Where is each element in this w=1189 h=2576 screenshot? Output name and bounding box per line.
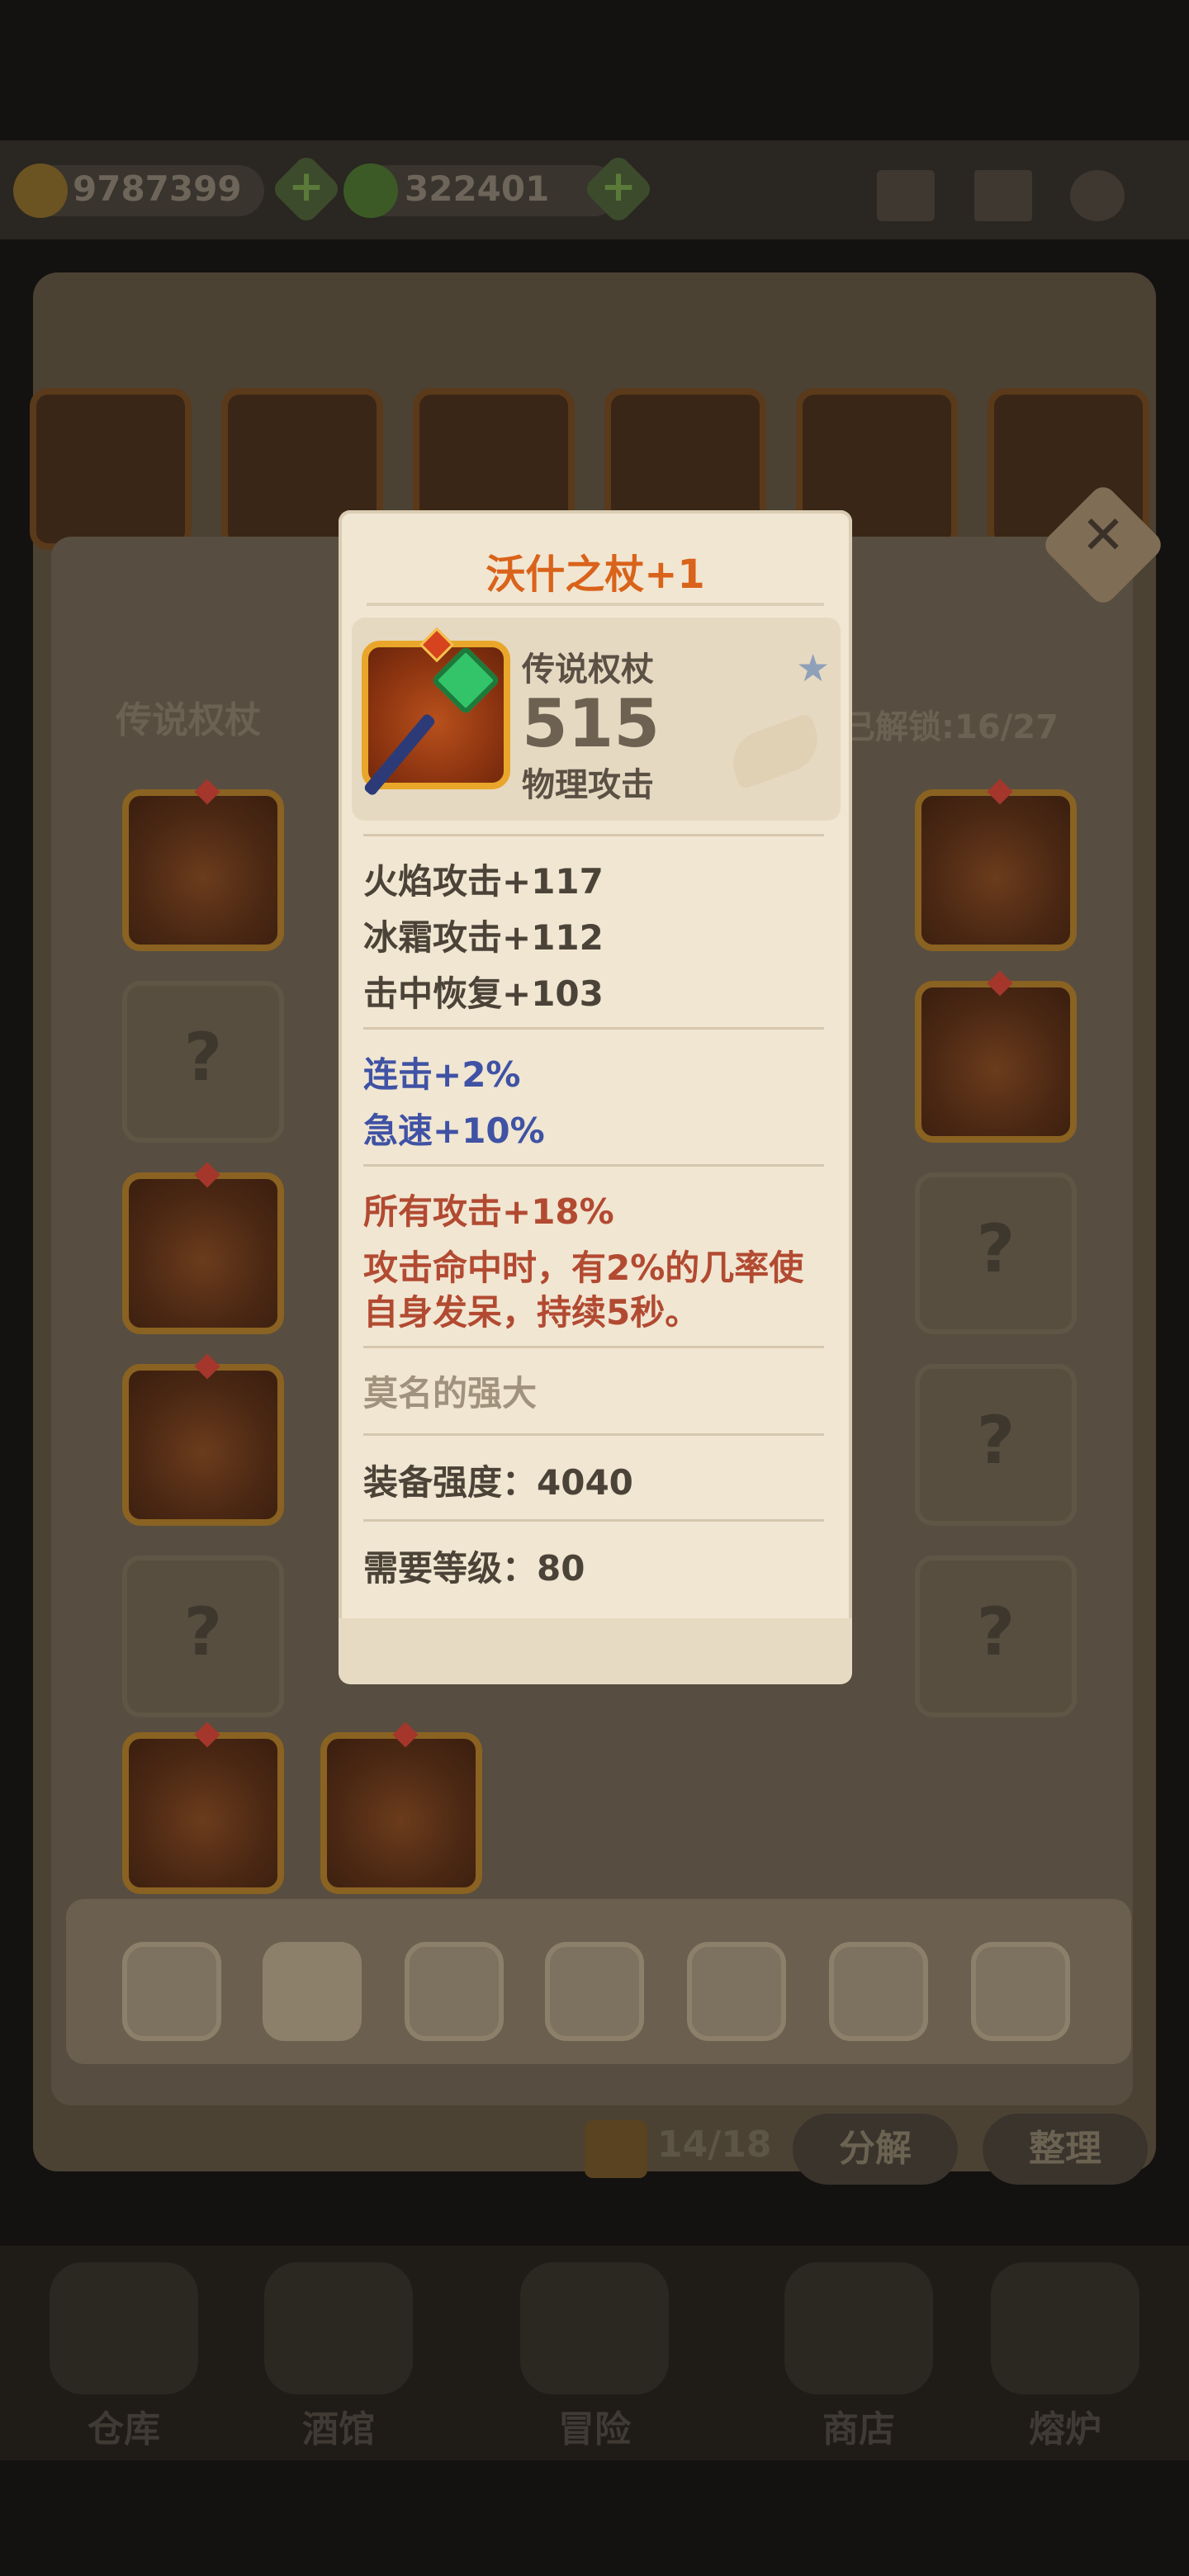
nav-label: 仓库: [88, 2408, 160, 2451]
close-icon: ✕: [1081, 505, 1125, 566]
divider: [363, 1027, 824, 1030]
leaf-amount: 322401: [405, 168, 550, 209]
sort-button[interactable]: 整理: [983, 2114, 1148, 2185]
tab-ring[interactable]: [971, 1942, 1070, 2041]
bonus-stat: 急速+10%: [363, 1110, 545, 1151]
warehouse-icon: [50, 2262, 198, 2394]
special-stat: 所有攻击+18%: [363, 1191, 614, 1232]
tab-helmet[interactable]: [829, 1942, 928, 2041]
plus-icon: +: [600, 162, 637, 211]
nav-forge[interactable]: 熔炉: [974, 2262, 1156, 2452]
locked-slot[interactable]: ?: [122, 981, 284, 1143]
special-effect: 自身发呆，持续5秒。: [363, 1292, 700, 1333]
locked-slot[interactable]: ?: [915, 1556, 1077, 1717]
divider: [363, 1433, 824, 1436]
gear-icon[interactable]: [1070, 170, 1125, 221]
collection-item-club[interactable]: [122, 1162, 284, 1334]
tab-sword[interactable]: [405, 1942, 504, 2041]
gold-amount: 9787399: [73, 168, 242, 209]
section-title: 传说权杖: [116, 699, 261, 741]
collection-item-staff[interactable]: [915, 779, 1077, 951]
plus-icon: +: [288, 162, 324, 211]
divider: [363, 834, 824, 836]
unlock-progress: 已解锁:16/27: [842, 708, 1059, 746]
nav-warehouse[interactable]: 仓库: [33, 2262, 215, 2452]
divider: [363, 1346, 824, 1348]
gear-strength: 装备强度：4040: [363, 1462, 633, 1503]
forge-icon: [991, 2262, 1139, 2394]
base-stat: 击中恢复+103: [363, 973, 604, 1014]
base-stat: 冰霜攻击+112: [363, 917, 604, 958]
nav-label: 冒险: [558, 2408, 631, 2451]
locked-slot[interactable]: ?: [915, 1172, 1077, 1334]
bonus-stat: 连击+2%: [363, 1054, 521, 1095]
bag-icon: [585, 2120, 647, 2178]
divider: [363, 1164, 824, 1167]
save-icon[interactable]: [974, 170, 1032, 221]
gold-coin-icon: [13, 163, 68, 218]
item-type: 传说权杖: [522, 651, 654, 689]
nav-tavern[interactable]: 酒馆: [248, 2262, 429, 2452]
collection-item-staff[interactable]: [122, 779, 284, 951]
collection-item-skull-staff[interactable]: [122, 1721, 284, 1894]
item-power-type: 物理攻击: [522, 766, 654, 804]
locked-slot[interactable]: ?: [915, 1364, 1077, 1526]
nav-label: 酒馆: [302, 2408, 375, 2451]
adventure-icon: [520, 2262, 669, 2394]
tooltip-torn-edge: [339, 1618, 852, 1684]
collection-item-heart-staff[interactable]: [320, 1721, 482, 1894]
item-name: 沃什之杖+1: [486, 552, 705, 598]
staff-icon: [362, 627, 510, 798]
bag-capacity: 14/18: [657, 2124, 772, 2166]
collection-item-horn[interactable]: [122, 1353, 284, 1526]
special-effect: 攻击命中时，有2%的几率使: [363, 1248, 804, 1288]
nav-label: 商店: [822, 2408, 895, 2451]
nav-shop[interactable]: 商店: [768, 2262, 950, 2452]
tab-armor[interactable]: [122, 1942, 221, 2041]
base-stat: 火焰攻击+117: [363, 861, 604, 902]
tab-staff[interactable]: [263, 1942, 362, 2041]
decompose-button[interactable]: 分解: [793, 2114, 958, 2185]
divider: [363, 1519, 824, 1522]
collection-item-staff[interactable]: [915, 970, 1077, 1143]
tab-book[interactable]: [687, 1942, 786, 2041]
required-level: 需要等级：80: [363, 1548, 585, 1589]
nav-label: 熔炉: [1029, 2408, 1101, 2451]
locked-slot[interactable]: ?: [122, 1556, 284, 1717]
tab-shield[interactable]: [545, 1942, 644, 2041]
mail-icon[interactable]: [877, 170, 935, 221]
equipped-slot[interactable]: [30, 388, 192, 550]
leaf-icon: [343, 163, 398, 218]
item-power: 515: [522, 685, 660, 762]
star-icon[interactable]: ★: [796, 646, 830, 690]
flavor-text: 莫名的强大: [363, 1373, 538, 1413]
divider: [367, 603, 824, 606]
shop-icon: [784, 2262, 933, 2394]
nav-adventure[interactable]: 冒险: [504, 2262, 685, 2452]
tavern-icon: [264, 2262, 413, 2394]
